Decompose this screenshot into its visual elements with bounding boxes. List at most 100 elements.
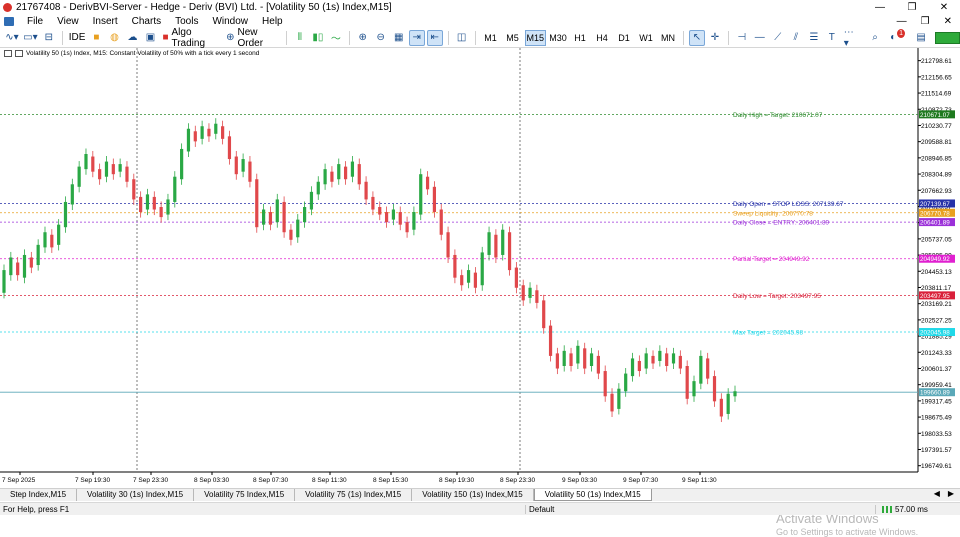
- timeframe-mn[interactable]: MN: [658, 30, 678, 46]
- candle-body: [104, 161, 109, 177]
- horizontal-line-icon[interactable]: —: [752, 30, 768, 46]
- fibonacci-icon[interactable]: ☰: [806, 30, 822, 46]
- level-label: Daily Low = Target: 203497.95: [733, 293, 821, 300]
- candle-body: [193, 131, 197, 142]
- chart-shift-icon[interactable]: ⇤: [426, 29, 443, 46]
- menu-view[interactable]: View: [50, 16, 86, 27]
- timeframe-h4[interactable]: H4: [592, 30, 612, 46]
- chart-close-button[interactable]: ✕: [944, 16, 952, 27]
- status-connection[interactable]: 57.00 ms: [876, 505, 928, 514]
- candle-body: [275, 199, 279, 223]
- time-tick-label: 8 Sep 07:30: [253, 477, 288, 484]
- timeframe-w1[interactable]: W1: [636, 30, 656, 46]
- level-price-tag-label: 206401.89: [920, 220, 950, 227]
- tab-volatility-75[interactable]: Volatility 75 Index,M15: [194, 489, 296, 501]
- chart-minimize-button[interactable]: —: [897, 16, 907, 27]
- candle-body: [542, 300, 546, 329]
- price-tick-label: 200601.37: [921, 366, 952, 373]
- bar-chart-icon[interactable]: ⫴: [292, 30, 308, 46]
- line-chart-icon[interactable]: 〜: [328, 30, 344, 46]
- chart-restore-button[interactable]: ❐: [921, 16, 930, 27]
- chart-tabs: Step Index,M15 Volatility 30 (1s) Index,…: [0, 488, 960, 501]
- close-button[interactable]: ✕: [928, 0, 960, 14]
- menu-file[interactable]: File: [20, 16, 50, 27]
- chart-area[interactable]: 212798.61 212156.65 211514.69 210872.73 2102…: [0, 48, 960, 537]
- candle-body: [603, 371, 607, 397]
- minimize-button[interactable]: —: [864, 0, 896, 14]
- tab-volatility-150-1s[interactable]: Volatility 150 (1s) Index,M15: [412, 489, 534, 501]
- new-order-label: New Order: [237, 26, 264, 49]
- candle-body: [57, 224, 61, 245]
- connection-toggle[interactable]: [935, 31, 960, 44]
- trendline-icon[interactable]: ⟋: [770, 30, 786, 46]
- price-chart[interactable]: 212798.61212156.65211514.69210872.732102…: [0, 48, 960, 487]
- search-icon[interactable]: ⌕: [867, 30, 883, 46]
- cursor-icon[interactable]: ↖: [688, 29, 705, 46]
- tab-scroll-left-icon[interactable]: ◀: [934, 489, 940, 498]
- vps-icon[interactable]: ▣: [142, 30, 158, 46]
- maximize-button[interactable]: ❐: [896, 0, 928, 14]
- tile-windows-icon[interactable]: ▦: [391, 30, 407, 46]
- templates-icon[interactable]: ▭▾: [22, 30, 39, 46]
- algo-trading-button[interactable]: ■ Algo Trading: [160, 27, 222, 49]
- candle-body: [726, 393, 730, 414]
- candle-body: [610, 393, 614, 412]
- candle-body: [446, 232, 450, 258]
- shapes-icon[interactable]: ⋯▾: [842, 27, 859, 49]
- candle-body: [323, 169, 327, 185]
- timeframe-h1[interactable]: H1: [570, 30, 590, 46]
- tab-step-index[interactable]: Step Index,M15: [0, 489, 78, 501]
- ide-button[interactable]: IDE: [68, 30, 87, 46]
- new-order-button[interactable]: ⊕ New Order: [224, 26, 281, 49]
- candle-body: [200, 126, 204, 139]
- crosshair-icon[interactable]: ✛: [707, 30, 723, 46]
- new-order-icon: ⊕: [226, 32, 235, 43]
- text-tool-icon[interactable]: T: [824, 30, 840, 46]
- notification-badge: 1: [897, 29, 906, 38]
- wallet-icon[interactable]: ■: [88, 30, 104, 46]
- candle-body: [548, 325, 553, 356]
- candle-body: [453, 254, 457, 278]
- candle-body: [460, 275, 464, 286]
- level-price-tag-label: 204949.92: [920, 256, 950, 263]
- vertical-line-icon[interactable]: ⊣: [734, 30, 750, 46]
- chart-type-icon[interactable]: ∿▾: [4, 30, 20, 46]
- tab-volatility-30-1s[interactable]: Volatility 30 (1s) Index,M15: [77, 489, 195, 501]
- candle-body: [262, 209, 266, 225]
- menu-window[interactable]: Window: [205, 16, 255, 27]
- timeframe-m5[interactable]: M5: [503, 30, 523, 46]
- timeframe-d1[interactable]: D1: [614, 30, 634, 46]
- menu-help[interactable]: Help: [255, 16, 290, 27]
- zoom-out-icon[interactable]: ⊖: [373, 30, 389, 46]
- zoom-in-icon[interactable]: ⊕: [355, 30, 371, 46]
- menu-insert[interactable]: Insert: [86, 16, 125, 27]
- timeframe-m1[interactable]: M1: [481, 30, 501, 46]
- timeframe-m30[interactable]: M30: [548, 30, 568, 46]
- menu-charts[interactable]: Charts: [125, 16, 168, 27]
- chart-menu-icon[interactable]: [4, 50, 12, 57]
- market-watch-icon[interactable]: ⊟: [41, 30, 57, 46]
- tab-volatility-50-1s[interactable]: Volatility 50 (1s) Index,M15: [533, 489, 652, 501]
- menu-bar: File View Insert Charts Tools Window Hel…: [0, 14, 960, 28]
- candle-body: [378, 207, 382, 215]
- timeframe-m15[interactable]: M15: [524, 29, 547, 46]
- candlestick-icon[interactable]: ▮▯: [310, 30, 326, 46]
- account-icon[interactable]: ▤: [913, 30, 929, 46]
- toolbar-separator: [447, 30, 449, 45]
- algo-trading-icon: ■: [162, 32, 169, 43]
- tab-scroll-right-icon[interactable]: ▶: [948, 489, 954, 498]
- channel-icon[interactable]: ⫽: [788, 30, 804, 46]
- signals-icon[interactable]: ◍: [106, 30, 122, 46]
- candle-body: [514, 267, 518, 288]
- screenshot-icon[interactable]: ◫: [454, 30, 470, 46]
- menu-tools[interactable]: Tools: [168, 16, 205, 27]
- status-profile[interactable]: Default: [526, 504, 876, 514]
- chart-properties-icon[interactable]: [15, 50, 23, 57]
- candle-body: [139, 196, 143, 213]
- price-tick-label: 196749.61: [921, 463, 952, 470]
- tab-volatility-75-1s[interactable]: Volatility 75 (1s) Index,M15: [295, 489, 413, 501]
- cloud-icon[interactable]: ☁: [124, 30, 140, 46]
- candle-body: [77, 166, 81, 187]
- autoscroll-icon[interactable]: ⇥: [408, 29, 425, 46]
- chart-window-icon[interactable]: [4, 16, 14, 26]
